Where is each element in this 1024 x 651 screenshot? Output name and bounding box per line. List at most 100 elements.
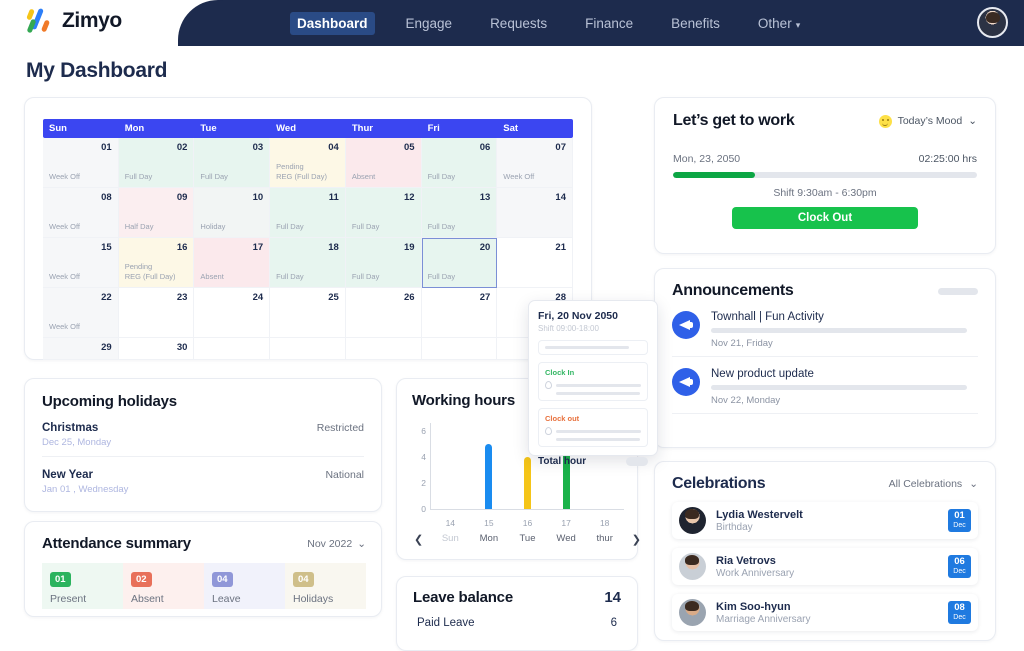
celebrations-filter-select[interactable]: All Celebrations ⌄	[889, 478, 978, 490]
calendar-day-cell[interactable]: 12 Full Day	[345, 188, 422, 238]
bar-column[interactable]	[431, 423, 470, 509]
calendar-day-cell[interactable]: 16 Pending REG (Full Day)	[118, 238, 195, 288]
calendar-day-cell[interactable]	[345, 338, 422, 360]
celebration-item[interactable]: Kim Soo-hyun Marriage Anniversary 08 Dec	[672, 594, 978, 631]
calendar-day-cell[interactable]	[270, 338, 346, 360]
upcoming-holidays-title: Upcoming holidays	[42, 393, 177, 410]
calendar-day-cell[interactable]: 13 Full Day	[421, 188, 498, 238]
calendar-day-cell[interactable]: 17 Absent	[194, 238, 271, 288]
calendar-day-number: 18	[328, 242, 339, 253]
clock-in-label: Clock In	[545, 368, 575, 377]
prev-week-icon[interactable]: ❮	[414, 533, 423, 546]
celebration-month: Dec	[953, 614, 966, 621]
celebration-day: 01	[954, 510, 965, 521]
nav-item-requests[interactable]: Requests	[483, 12, 554, 35]
todays-mood-select[interactable]: Today’s Mood ⌄	[878, 114, 977, 128]
nav-item-benefits[interactable]: Benefits	[664, 12, 727, 35]
attendance-item-leave[interactable]: 04 Leave	[204, 563, 285, 609]
calendar-day-cell[interactable]: 04 Pending REG (Full Day)	[270, 138, 346, 188]
calendar-day-cell[interactable]: 25	[270, 288, 346, 338]
avatar	[679, 507, 706, 534]
calendar-day-status: Week Off	[49, 221, 80, 231]
attendance-item-absent[interactable]: 02 Absent	[123, 563, 204, 609]
holiday-type: Restricted	[316, 422, 364, 434]
calendar-day-number: 15	[101, 242, 112, 253]
nav-item-dashboard[interactable]: Dashboard	[290, 11, 375, 35]
attendance-period-select[interactable]: Nov 2022 ⌄	[307, 538, 366, 550]
calendar-day-cell[interactable]	[194, 338, 271, 360]
calendar-day-cell[interactable]: 07 Week Off	[497, 138, 573, 188]
nav-item-finance[interactable]: Finance	[578, 12, 640, 35]
nav-items: Dashboard Engage Requests Finance Benefits Ot…	[290, 0, 807, 46]
calendar-day-cell[interactable]: 06 Full Day	[421, 138, 498, 188]
leave-type-value: 6	[610, 617, 617, 629]
calendar-day-cell[interactable]: 22 Week Off	[43, 288, 119, 338]
announcement-item[interactable]: New product update Nov 22, Monday	[672, 368, 978, 414]
calendar-day-cell[interactable]: 27	[421, 288, 498, 338]
nav-item-label: Dashboard	[297, 15, 368, 31]
calendar-day-cell[interactable]: 09 Half Day	[118, 188, 195, 238]
chevron-down-icon: ⌄	[969, 478, 978, 490]
calendar-day-number: 07	[555, 142, 566, 153]
calendar-day-status: Full Day	[427, 171, 456, 181]
nav-item-other[interactable]: Other ▾	[751, 12, 807, 35]
announcement-title: Townhall | Fun Activity	[711, 311, 824, 323]
clock-out-button[interactable]: Clock Out	[732, 207, 918, 229]
announcement-body-placeholder	[711, 385, 968, 390]
work-date: Mon, 23, 2050	[673, 153, 741, 165]
calendar-day-cell[interactable]: 29	[43, 338, 119, 360]
celebration-item[interactable]: Lydia Westervelt Birthday 01 Dec	[672, 502, 978, 539]
calendar-day-cell[interactable]: 24	[194, 288, 271, 338]
calendar-day-cell[interactable]: 18 Full Day	[270, 238, 346, 288]
clock-out-field[interactable]: Clock out	[538, 408, 648, 447]
calendar-day-cell[interactable]: 14	[497, 188, 573, 238]
calendar-day-cell[interactable]: 10 Holiday	[194, 188, 271, 238]
tooltip-date: Fri, 20 Nov 2050	[538, 310, 618, 322]
calendar-day-cell[interactable]: 21	[497, 238, 573, 288]
next-week-icon[interactable]: ❯	[632, 533, 641, 546]
calendar-day-cell[interactable]: 19 Full Day	[345, 238, 422, 288]
attendance-period-value: Nov 2022	[307, 537, 353, 550]
calendar-day-cell[interactable]	[421, 338, 498, 360]
calendar-day-cell[interactable]: 03 Full Day	[194, 138, 271, 188]
calendar-day-number: 13	[479, 192, 491, 203]
user-avatar[interactable]	[977, 7, 1008, 38]
announcement-item[interactable]: Townhall | Fun Activity Nov 21, Friday	[672, 311, 978, 357]
work-elapsed: 02:25:00 hrs	[918, 153, 977, 165]
calendar-day-cell[interactable]: 23	[118, 288, 195, 338]
nav-item-engage[interactable]: Engage	[399, 12, 460, 35]
calendar-day-cell[interactable]: 05 Absent	[345, 138, 422, 188]
leave-type-name: Paid Leave	[417, 617, 475, 629]
calendar-day-number: 16	[176, 242, 188, 253]
calendar-day-cell[interactable]: 02 Full Day	[118, 138, 195, 188]
chevron-down-icon: ⌄	[357, 537, 366, 550]
calendar-day-cell[interactable]: 11 Full Day	[270, 188, 346, 238]
clock-in-field[interactable]: Clock In	[538, 362, 648, 401]
calendar-day-number: 05	[403, 142, 415, 153]
y-tick-label: 0	[421, 504, 426, 514]
calendar-day-cell[interactable]: 08 Week Off	[43, 188, 119, 238]
calendar-day-status: Week Off	[49, 321, 80, 331]
announcement-date: Nov 22, Monday	[711, 395, 781, 406]
attendance-item-present[interactable]: 01 Present	[42, 563, 123, 609]
bar-column[interactable]	[470, 423, 509, 509]
brand-logo[interactable]: Zimyo	[26, 7, 122, 34]
calendar-day-cell[interactable]: 15 Week Off	[43, 238, 119, 288]
nav-item-label: Benefits	[671, 15, 720, 31]
attendance-item-holidays[interactable]: 04 Holidays	[285, 563, 366, 609]
tooltip-shift: Shift 09:00-18:00	[538, 324, 599, 333]
calendar-day-cell[interactable]: 26	[345, 288, 422, 338]
calendar-day-cell[interactable]: 01 Week Off	[43, 138, 119, 188]
calendar-day-number: 06	[479, 142, 491, 153]
calendar-day-cell[interactable]: 30	[118, 338, 195, 360]
celebration-item[interactable]: Ria Vetrovs Work Anniversary 06 Dec	[672, 548, 978, 585]
total-hour-value-placeholder	[626, 457, 648, 466]
calendar-day-cell[interactable]: 20 Full Day	[421, 238, 498, 288]
calendar-week-row: 15 Week Off 16 Pending REG (Full Day) 17 Absen…	[43, 238, 573, 288]
calendar-day-tooltip: Fri, 20 Nov 2050 Shift 09:00-18:00 Clock…	[528, 300, 658, 467]
calendar-weekday-thur: Thur	[351, 123, 373, 134]
calendar: Sun Mon Tue Wed Thur Fri Sat 01 Week Off 02 Full …	[43, 119, 573, 360]
calendar-week-row: 29 30	[43, 338, 573, 360]
total-hour-row: Total hour	[538, 456, 648, 467]
holiday-name: Christmas	[42, 422, 99, 434]
